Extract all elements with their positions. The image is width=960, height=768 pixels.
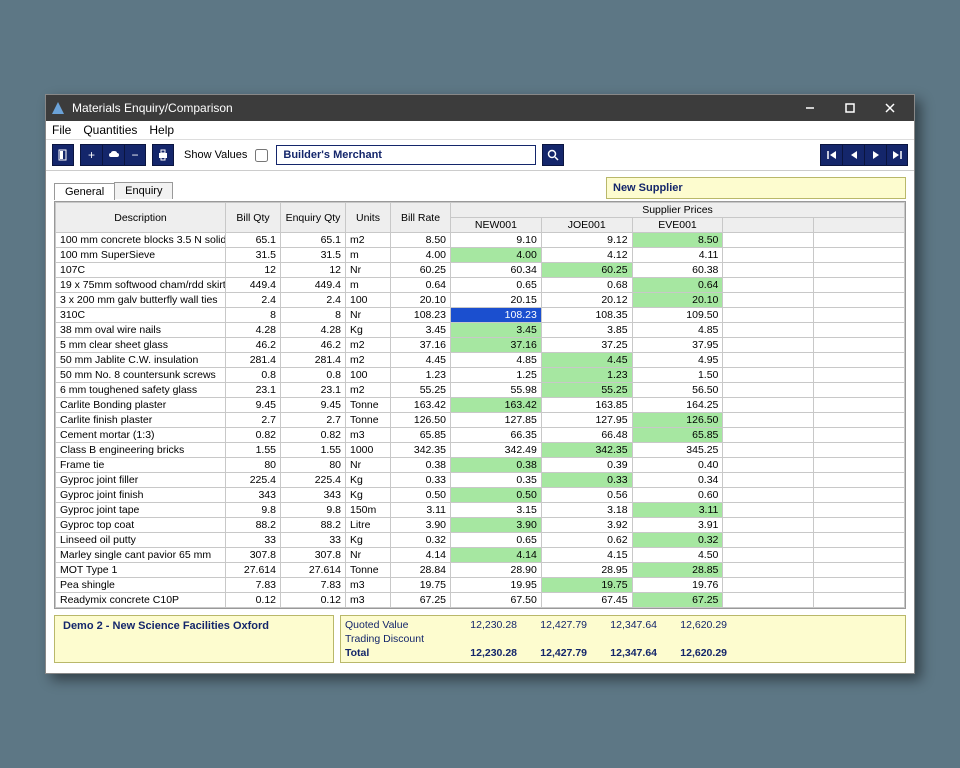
totals-box: Quoted Value12,230.2812,427.7912,347.641… [340, 615, 906, 663]
table-row[interactable]: Class B engineering bricks1.551.55100034… [56, 443, 905, 458]
totals-label: Total [341, 646, 451, 660]
col-supplier[interactable] [723, 218, 814, 233]
materials-grid[interactable]: Description Bill Qty Enquiry Qty Units B… [54, 201, 906, 609]
col-description[interactable]: Description [56, 203, 226, 233]
content-area: General Enquiry Description Bill Qty Enq… [46, 171, 914, 673]
window-title: Materials Enquiry/Comparison [72, 101, 790, 115]
totals-value: 12,347.64 [591, 618, 661, 632]
totals-label: Trading Discount [341, 632, 451, 646]
menu-help[interactable]: Help [149, 123, 174, 137]
tabs-row: General Enquiry [54, 177, 906, 199]
app-icon [50, 100, 66, 116]
totals-value: 12,427.79 [521, 646, 591, 660]
last-record-icon[interactable] [886, 144, 908, 166]
col-supplier[interactable]: NEW001 [451, 218, 542, 233]
project-name-box: Demo 2 - New Science Facilities Oxford [54, 615, 334, 663]
totals-value [451, 632, 521, 646]
totals-value: 12,620.29 [661, 618, 731, 632]
record-nav-group [820, 144, 908, 166]
menu-file[interactable]: File [52, 123, 71, 137]
show-values-checkbox[interactable] [255, 149, 268, 162]
table-row[interactable]: 50 mm Jablite C.W. insulation281.4281.4m… [56, 353, 905, 368]
print-icon[interactable] [152, 144, 174, 166]
totals-label: Quoted Value [341, 618, 451, 632]
table-row[interactable]: Marley single cant pavior 65 mm307.8307.… [56, 548, 905, 563]
first-record-icon[interactable] [820, 144, 842, 166]
col-enquiry-qty[interactable]: Enquiry Qty [281, 203, 346, 233]
table-row[interactable]: 5 mm clear sheet glass46.246.2m237.1637.… [56, 338, 905, 353]
door-icon[interactable] [52, 144, 74, 166]
footer-row: Demo 2 - New Science Facilities Oxford Q… [54, 615, 906, 663]
prev-record-icon[interactable] [842, 144, 864, 166]
table-row[interactable]: Carlite finish plaster2.72.7Tonne126.501… [56, 413, 905, 428]
tab-enquiry[interactable]: Enquiry [114, 182, 173, 199]
supplier-search-field[interactable] [276, 145, 536, 165]
toolbar: + − Show Values [46, 140, 914, 171]
col-supplier[interactable]: JOE001 [541, 218, 632, 233]
totals-value: 12,347.64 [591, 646, 661, 660]
minimize-button[interactable] [790, 95, 830, 121]
totals-value: 12,427.79 [521, 618, 591, 632]
table-row[interactable]: 38 mm oval wire nails4.284.28Kg3.453.453… [56, 323, 905, 338]
maximize-button[interactable] [830, 95, 870, 121]
totals-value: 12,230.28 [451, 618, 521, 632]
col-units[interactable]: Units [346, 203, 391, 233]
show-values-label: Show Values [184, 149, 247, 161]
col-bill-rate[interactable]: Bill Rate [391, 203, 451, 233]
close-button[interactable] [870, 95, 910, 121]
table-row[interactable]: 3 x 200 mm galv butterfly wall ties2.42.… [56, 293, 905, 308]
tab-general[interactable]: General [54, 183, 115, 200]
next-record-icon[interactable] [864, 144, 886, 166]
table-row[interactable]: Readymix concrete C10P0.120.12m367.2567.… [56, 593, 905, 608]
totals-value [521, 632, 591, 646]
table-row[interactable]: 310C88Nr108.23108.23108.35109.50 [56, 308, 905, 323]
table-row[interactable]: Gyproc joint filler225.4225.4Kg0.330.350… [56, 473, 905, 488]
col-supplier[interactable]: EVE001 [632, 218, 723, 233]
add-remove-group: + − [80, 144, 146, 166]
col-supplier-prices[interactable]: Supplier Prices [451, 203, 905, 218]
col-bill-qty[interactable]: Bill Qty [226, 203, 281, 233]
table-row[interactable]: 50 mm No. 8 countersunk screws0.80.81001… [56, 368, 905, 383]
totals-value: 12,230.28 [451, 646, 521, 660]
plus-icon[interactable]: + [80, 144, 102, 166]
table-row[interactable]: MOT Type 127.61427.614Tonne28.8428.9028.… [56, 563, 905, 578]
search-icon[interactable] [542, 144, 564, 166]
cloud-icon[interactable] [102, 144, 124, 166]
table-row[interactable]: Gyproc joint tape9.89.8150m3.113.153.183… [56, 503, 905, 518]
table-row[interactable]: Gyproc top coat88.288.2Litre3.903.903.92… [56, 518, 905, 533]
table-row[interactable]: Cement mortar (1:3)0.820.82m365.8566.356… [56, 428, 905, 443]
table-row[interactable]: 100 mm concrete blocks 3.5 N solid65.165… [56, 233, 905, 248]
menubar: File Quantities Help [46, 121, 914, 140]
table-row[interactable]: Frame tie8080Nr0.380.380.390.40 [56, 458, 905, 473]
table-row[interactable]: 19 x 75mm softwood cham/rdd skirting449.… [56, 278, 905, 293]
table-row[interactable]: 100 mm SuperSieve31.531.5m4.004.004.124.… [56, 248, 905, 263]
totals-value [661, 632, 731, 646]
new-supplier-field[interactable] [606, 177, 906, 199]
table-row[interactable]: Carlite Bonding plaster9.459.45Tonne163.… [56, 398, 905, 413]
minus-icon[interactable]: − [124, 144, 146, 166]
table-row[interactable]: Pea shingle7.837.83m319.7519.9519.7519.7… [56, 578, 905, 593]
menu-quantities[interactable]: Quantities [83, 123, 137, 137]
app-window: Materials Enquiry/Comparison File Quanti… [45, 94, 915, 674]
col-supplier[interactable] [814, 218, 905, 233]
table-row[interactable]: 6 mm toughened safety glass23.123.1m255.… [56, 383, 905, 398]
totals-value [591, 632, 661, 646]
totals-value: 12,620.29 [661, 646, 731, 660]
table-row[interactable]: Gyproc joint finish343343Kg0.500.500.560… [56, 488, 905, 503]
titlebar: Materials Enquiry/Comparison [46, 95, 914, 121]
table-row[interactable]: Linseed oil putty3333Kg0.320.650.620.32 [56, 533, 905, 548]
table-row[interactable]: 107C1212Nr60.2560.3460.2560.38 [56, 263, 905, 278]
